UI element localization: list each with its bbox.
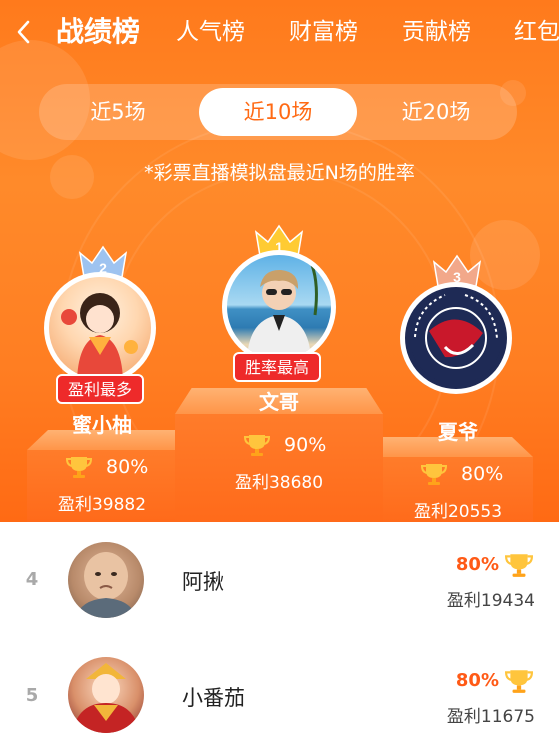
avatar-second[interactable] <box>49 277 151 379</box>
list-item[interactable]: 4 阿揪 80% 盈利19434 <box>0 522 559 640</box>
list-profit: 盈利19434 <box>446 591 535 611</box>
subtitle-note: *彩票直播模拟盘最近N场的胜率 <box>144 162 415 184</box>
trophy-icon <box>66 457 92 478</box>
podium-second-profit: 盈利39882 <box>57 495 147 515</box>
avatar-third-logo <box>410 292 502 384</box>
tab-wealth[interactable]: 财富榜 <box>289 16 358 48</box>
trophy-icon <box>244 435 270 456</box>
podium-first-profit: 盈利38680 <box>234 473 324 493</box>
list-name: 阿揪 <box>182 570 224 594</box>
podium-third-profit: 盈利20553 <box>413 502 503 522</box>
avatar-illustration <box>72 663 140 733</box>
segment-last-5[interactable]: 近5场 <box>43 88 193 136</box>
top-nav: 战绩榜 人气榜 财富榜 贡献榜 红包 <box>0 0 559 64</box>
avatar-first[interactable] <box>227 255 331 359</box>
badge-top-profit: 盈利最多 <box>56 374 145 404</box>
podium-first-rate: 90% <box>244 433 326 457</box>
list-rank: 4 <box>25 569 39 590</box>
list-profit: 盈利11675 <box>446 707 535 727</box>
podium-third-rate: 80% <box>421 462 503 486</box>
tab-popularity[interactable]: 人气榜 <box>176 16 245 48</box>
tab-redpacket[interactable]: 红包 <box>514 16 559 48</box>
chevron-left-icon <box>17 20 30 44</box>
list-name: 小番茄 <box>182 686 245 710</box>
avatar-second-illustration <box>61 293 138 379</box>
badge-top-winrate: 胜率最高 <box>233 352 322 382</box>
range-segmented-control: 近5场 近10场 近20场 <box>39 84 517 140</box>
list-rate: 80% <box>455 670 499 691</box>
segment-last-20[interactable]: 近20场 <box>359 88 513 136</box>
tab-contribution[interactable]: 贡献榜 <box>402 16 471 48</box>
avatar-photo <box>76 552 136 618</box>
avatar-first-photo <box>247 264 318 359</box>
trophy-icon <box>505 554 533 577</box>
trophy-icon <box>421 464 447 485</box>
podium-third-name: 夏爷 <box>438 420 478 444</box>
leaderboard-header: 战绩榜 人气榜 财富榜 贡献榜 红包 近5场 近10场 近20场 *彩票直播模拟… <box>0 0 559 522</box>
tab-record[interactable]: 战绩榜 <box>56 12 140 52</box>
back-button[interactable] <box>10 14 38 50</box>
podium-second-name: 蜜小柚 <box>72 413 132 437</box>
list-rank: 5 <box>25 685 39 706</box>
list-item[interactable]: 5 小番茄 80% 盈利11675 <box>0 640 559 741</box>
list-rate: 80% <box>455 554 499 575</box>
podium-first-name: 文哥 <box>259 390 299 414</box>
podium-second-rate: 80% <box>66 455 148 479</box>
podium-third-rate-value: 80% <box>461 463 504 485</box>
podium-second-rate-value: 80% <box>106 456 149 478</box>
segment-last-10[interactable]: 近10场 <box>199 88 357 136</box>
avatar[interactable] <box>68 542 144 618</box>
avatar-third[interactable] <box>405 287 507 389</box>
trophy-icon <box>505 670 533 693</box>
avatar[interactable] <box>68 657 144 733</box>
podium-first-rate-value: 90% <box>284 434 327 456</box>
